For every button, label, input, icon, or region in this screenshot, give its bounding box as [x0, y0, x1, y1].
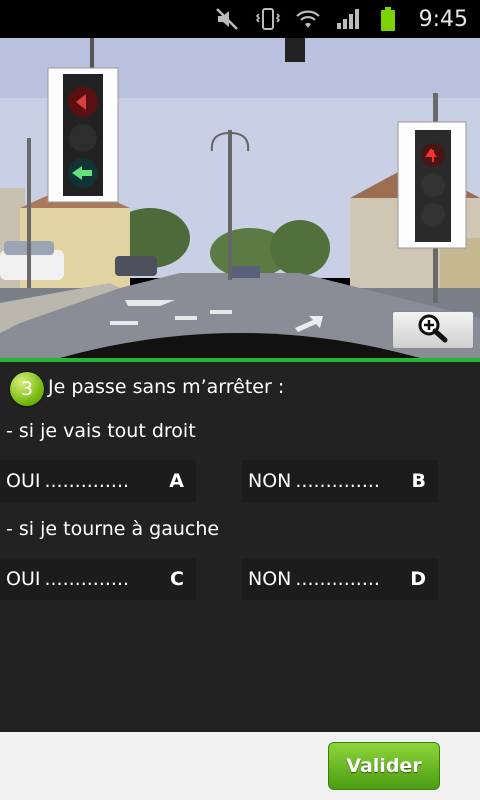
zoom-button[interactable] [392, 311, 474, 349]
question-number-badge: 3 [10, 372, 44, 406]
answer-option-a[interactable]: OUI .............. A [0, 460, 196, 502]
answer-word: NON [248, 470, 292, 492]
answer-dots: .............. [44, 470, 130, 492]
answer-option-c[interactable]: OUI .............. C [0, 558, 196, 600]
validate-button[interactable]: Valider [328, 742, 440, 790]
answer-letter: D [410, 568, 426, 590]
clock-time: 9:45 [418, 6, 468, 32]
sub-question-label: - si je vais tout droit [6, 420, 196, 442]
answer-word: OUI [6, 568, 41, 590]
answer-dots: .............. [295, 470, 380, 492]
sub-question-label: - si je tourne à gauche [6, 518, 220, 540]
answer-letter: A [169, 470, 184, 492]
answer-option-d[interactable]: NON .............. D [242, 558, 438, 600]
answer-dots: .............. [295, 568, 380, 590]
bottom-bar: Valider [0, 732, 480, 800]
zoom-in-icon [416, 313, 450, 347]
answer-dots: .............. [44, 568, 130, 590]
answer-word: NON [248, 568, 292, 590]
question-panel: 3 Je passe sans m’arrêter : - si je vais… [0, 362, 480, 732]
answer-word: OUI [6, 470, 41, 492]
question-text: Je passe sans m’arrêter : [48, 376, 285, 398]
answer-letter: C [170, 568, 184, 590]
status-bar: 9:45 [0, 0, 480, 38]
vibrate-icon [255, 7, 281, 31]
mute-icon [215, 7, 241, 31]
wifi-icon [295, 7, 321, 31]
answer-option-b[interactable]: NON .............. B [242, 460, 438, 502]
answer-letter: B [411, 470, 426, 492]
signal-icon [335, 7, 361, 31]
battery-icon [375, 7, 401, 31]
question-photo [0, 38, 480, 358]
